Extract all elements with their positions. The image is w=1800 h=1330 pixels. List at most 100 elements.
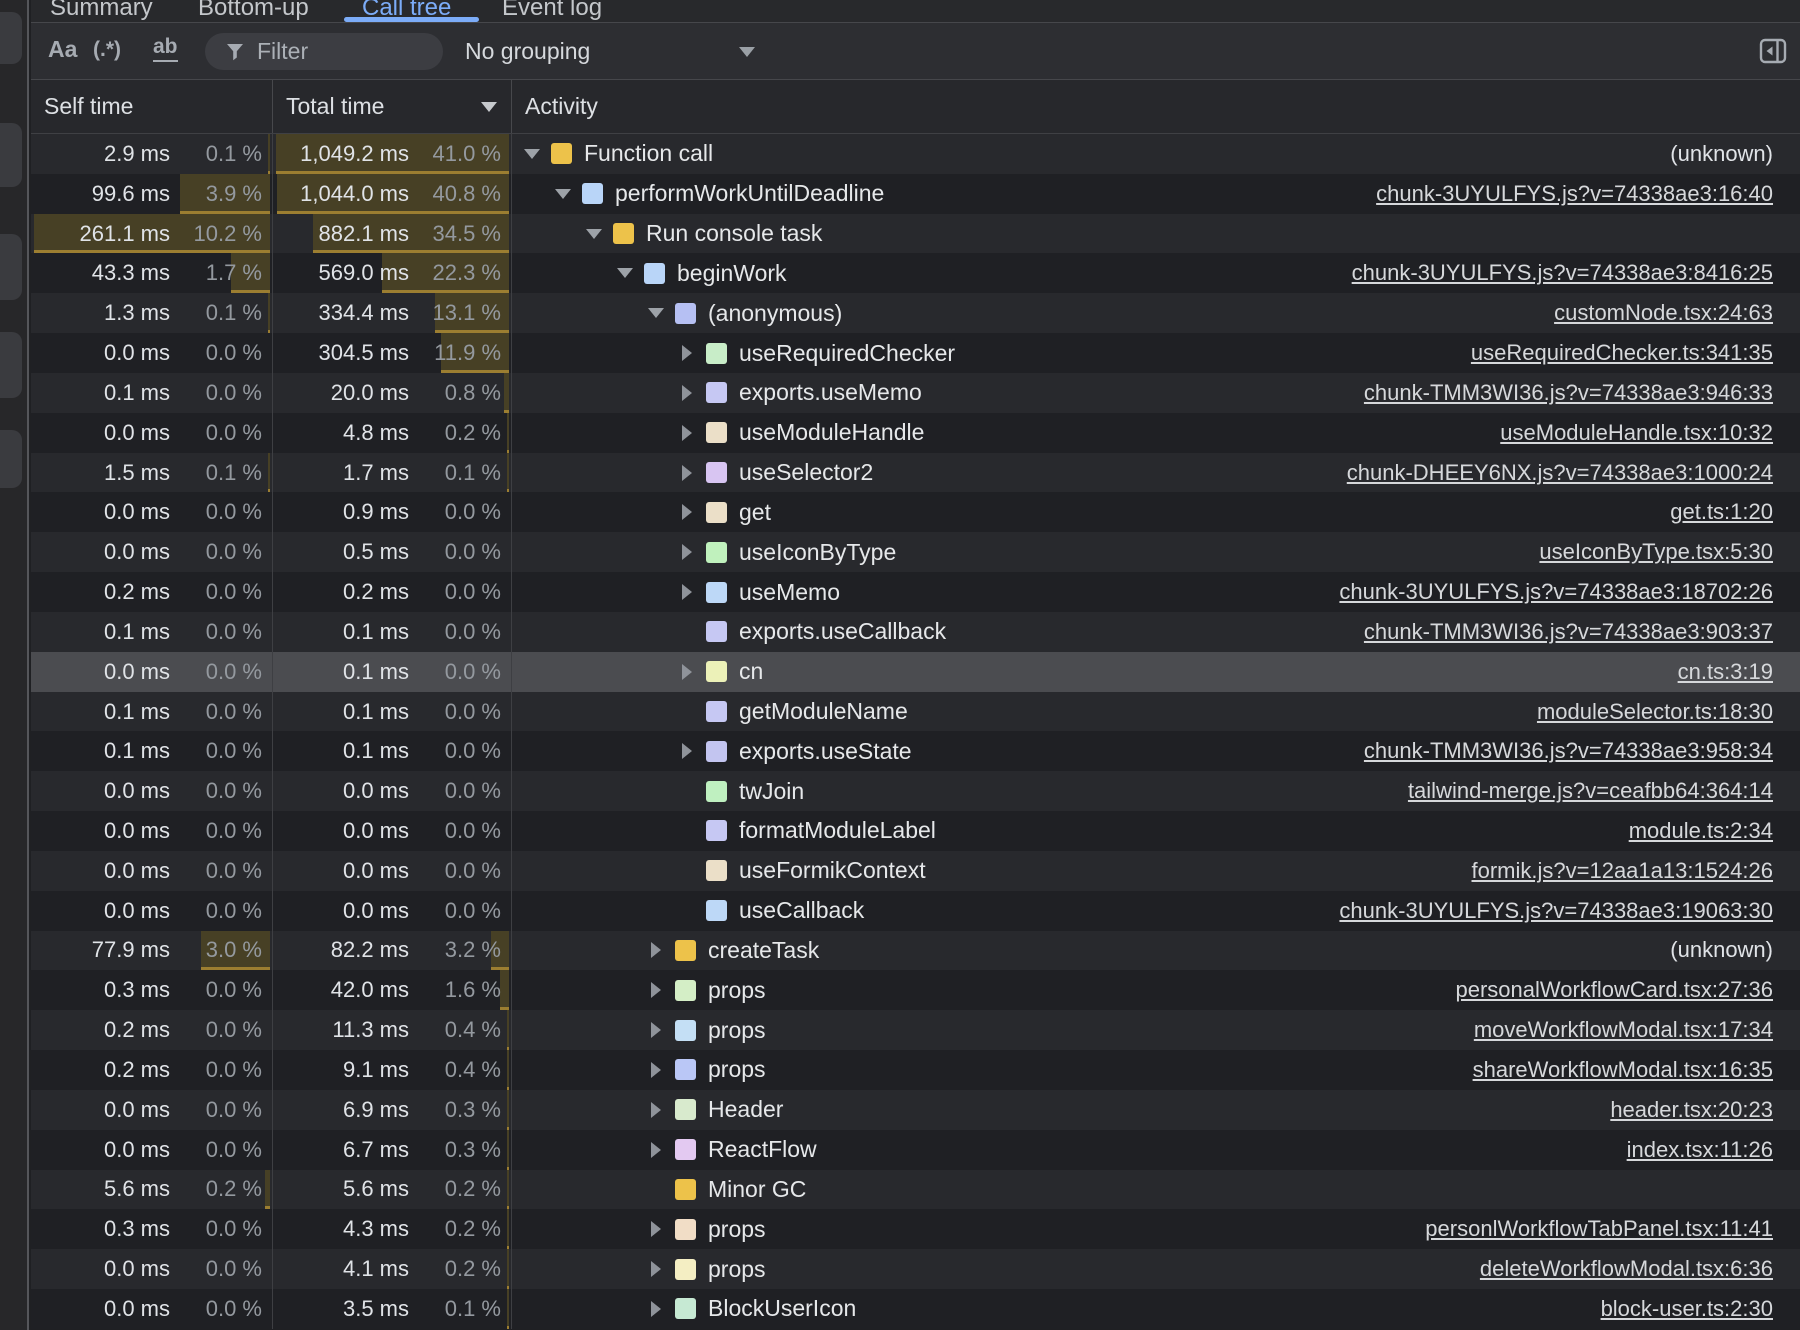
tab-bottom-up[interactable]: Bottom-up bbox=[198, 0, 309, 23]
source-link[interactable]: deleteWorkflowModal.tsx:6:36 bbox=[1460, 1256, 1773, 1282]
source-link[interactable]: moveWorkflowModal.tsx:17:34 bbox=[1454, 1017, 1773, 1043]
table-row[interactable]: 5.6 ms 0.2 % 5.6 ms 0.2 % Minor GC bbox=[31, 1170, 1800, 1210]
tab-summary[interactable]: Summary bbox=[50, 0, 153, 23]
source-link[interactable]: chunk-TMM3WI36.js?v=74338ae3:958:34 bbox=[1344, 738, 1773, 764]
strip-blob bbox=[0, 332, 22, 398]
table-row[interactable]: 0.2 ms 0.0 % 0.2 ms 0.0 % useMemo chunk-… bbox=[31, 572, 1800, 612]
source-link[interactable]: chunk-DHEEY6NX.js?v=74338ae3:1000:24 bbox=[1327, 460, 1773, 486]
disclosure-arrow-icon[interactable] bbox=[679, 743, 695, 759]
disclosure-arrow-icon[interactable] bbox=[679, 425, 695, 441]
disclosure-arrow-icon[interactable] bbox=[648, 982, 664, 998]
disclosure-arrow-icon[interactable] bbox=[524, 149, 540, 159]
source-link[interactable]: shareWorkflowModal.tsx:16:35 bbox=[1453, 1057, 1773, 1083]
source-link[interactable]: personalWorkflowCard.tsx:27:36 bbox=[1435, 977, 1773, 1003]
table-row[interactable]: 0.0 ms 0.0 % 0.0 ms 0.0 % twJoin tailwin… bbox=[31, 771, 1800, 811]
table-row[interactable]: 261.1 ms 10.2 % 882.1 ms 34.5 % Run cons… bbox=[31, 214, 1800, 254]
table-row[interactable]: 0.0 ms 0.0 % 0.0 ms 0.0 % useCallback ch… bbox=[31, 891, 1800, 931]
disclosure-arrow-icon[interactable] bbox=[648, 1062, 664, 1078]
disclosure-arrow-icon[interactable] bbox=[648, 308, 664, 318]
source-link[interactable]: (unknown) bbox=[1650, 937, 1773, 963]
table-row[interactable]: 1.3 ms 0.1 % 334.4 ms 13.1 % (anonymous)… bbox=[31, 293, 1800, 333]
disclosure-arrow-icon[interactable] bbox=[586, 229, 602, 239]
source-link[interactable]: cn.ts:3:19 bbox=[1658, 659, 1773, 685]
source-link[interactable]: chunk-TMM3WI36.js?v=74338ae3:946:33 bbox=[1344, 380, 1773, 406]
grouping-dropdown[interactable]: No grouping bbox=[465, 23, 755, 80]
source-link[interactable]: customNode.tsx:24:63 bbox=[1534, 300, 1773, 326]
disclosure-arrow-icon[interactable] bbox=[679, 584, 695, 600]
source-link[interactable]: chunk-3UYULFYS.js?v=74338ae3:18702:26 bbox=[1319, 579, 1773, 605]
disclosure-arrow-icon[interactable] bbox=[648, 942, 664, 958]
total-time-percent: 0.0 % bbox=[409, 539, 501, 565]
self-time-percent: 0.0 % bbox=[170, 778, 262, 804]
table-row[interactable]: 0.0 ms 0.0 % 6.7 ms 0.3 % ReactFlow inde… bbox=[31, 1130, 1800, 1170]
source-link[interactable]: chunk-3UYULFYS.js?v=74338ae3:8416:25 bbox=[1332, 260, 1773, 286]
disclosure-arrow-icon[interactable] bbox=[648, 1142, 664, 1158]
source-link[interactable]: header.tsx:20:23 bbox=[1590, 1097, 1773, 1123]
source-link[interactable]: tailwind-merge.js?v=ceafbb64:364:14 bbox=[1388, 778, 1773, 804]
table-row[interactable]: 0.2 ms 0.0 % 11.3 ms 0.4 % props moveWor… bbox=[31, 1010, 1800, 1050]
table-row[interactable]: 0.1 ms 0.0 % 20.0 ms 0.8 % exports.useMe… bbox=[31, 373, 1800, 413]
table-row[interactable]: 99.6 ms 3.9 % 1,044.0 ms 40.8 % performW… bbox=[31, 174, 1800, 214]
toggle-sidebar-button[interactable] bbox=[1759, 37, 1787, 65]
source-link[interactable]: (unknown) bbox=[1650, 141, 1773, 167]
disclosure-arrow-icon[interactable] bbox=[617, 268, 633, 278]
table-row[interactable]: 77.9 ms 3.0 % 82.2 ms 3.2 % createTask (… bbox=[31, 931, 1800, 971]
tab-event-log[interactable]: Event log bbox=[502, 0, 602, 23]
source-link[interactable]: personlWorkflowTabPanel.tsx:11:41 bbox=[1405, 1216, 1773, 1242]
disclosure-arrow-icon[interactable] bbox=[679, 385, 695, 401]
table-row[interactable]: 2.9 ms 0.1 % 1,049.2 ms 41.0 % Function … bbox=[31, 134, 1800, 174]
table-row[interactable]: 0.1 ms 0.0 % 0.1 ms 0.0 % exports.useSta… bbox=[31, 731, 1800, 771]
table-row[interactable]: 0.0 ms 0.0 % 304.5 ms 11.9 % useRequired… bbox=[31, 333, 1800, 373]
source-link[interactable]: useRequiredChecker.ts:341:35 bbox=[1451, 340, 1773, 366]
source-link[interactable]: useModuleHandle.tsx:10:32 bbox=[1480, 420, 1773, 446]
filter-input[interactable]: Filter bbox=[205, 33, 443, 70]
disclosure-arrow-icon[interactable] bbox=[648, 1301, 664, 1317]
table-row[interactable]: 0.0 ms 0.0 % 0.1 ms 0.0 % cn cn.ts:3:19 bbox=[31, 652, 1800, 692]
table-row[interactable]: 0.3 ms 0.0 % 4.3 ms 0.2 % props personlW… bbox=[31, 1209, 1800, 1249]
table-row[interactable]: 0.2 ms 0.0 % 9.1 ms 0.4 % props shareWor… bbox=[31, 1050, 1800, 1090]
table-row[interactable]: 0.0 ms 0.0 % 6.9 ms 0.3 % Header header.… bbox=[31, 1090, 1800, 1130]
table-row[interactable]: 0.0 ms 0.0 % 0.0 ms 0.0 % useFormikConte… bbox=[31, 851, 1800, 891]
disclosure-arrow-icon[interactable] bbox=[679, 544, 695, 560]
source-link[interactable]: chunk-3UYULFYS.js?v=74338ae3:19063:30 bbox=[1319, 898, 1773, 924]
disclosure-arrow-icon[interactable] bbox=[648, 1261, 664, 1277]
header-activity[interactable]: Activity bbox=[512, 80, 1800, 133]
source-link[interactable]: index.tsx:11:26 bbox=[1607, 1137, 1773, 1163]
disclosure-arrow-icon[interactable] bbox=[679, 664, 695, 680]
table-row[interactable]: 0.0 ms 0.0 % 0.0 ms 0.0 % formatModuleLa… bbox=[31, 811, 1800, 851]
regex-toggle[interactable]: (.*) bbox=[93, 38, 121, 62]
table-row[interactable]: 0.0 ms 0.0 % 4.8 ms 0.2 % useModuleHandl… bbox=[31, 413, 1800, 453]
source-link[interactable]: get.ts:1:20 bbox=[1650, 499, 1773, 525]
header-total-time[interactable]: Total time bbox=[273, 80, 512, 133]
disclosure-arrow-icon[interactable] bbox=[555, 189, 571, 199]
source-link[interactable]: module.ts:2:34 bbox=[1609, 818, 1773, 844]
disclosure-arrow-icon[interactable] bbox=[679, 504, 695, 520]
total-time-cell: 334.4 ms 13.1 % bbox=[273, 293, 512, 333]
table-row[interactable]: 0.0 ms 0.0 % 4.1 ms 0.2 % props deleteWo… bbox=[31, 1249, 1800, 1289]
header-self-time[interactable]: Self time bbox=[31, 80, 273, 133]
disclosure-arrow-icon[interactable] bbox=[648, 1102, 664, 1118]
table-row[interactable]: 0.0 ms 0.0 % 0.5 ms 0.0 % useIconByType … bbox=[31, 532, 1800, 572]
disclosure-arrow-icon[interactable] bbox=[679, 345, 695, 361]
match-case-toggle[interactable]: Aa bbox=[48, 36, 77, 63]
table-row[interactable]: 1.5 ms 0.1 % 1.7 ms 0.1 % useSelector2 c… bbox=[31, 453, 1800, 493]
disclosure-arrow-icon[interactable] bbox=[648, 1022, 664, 1038]
table-row[interactable]: 0.3 ms 0.0 % 42.0 ms 1.6 % props persona… bbox=[31, 970, 1800, 1010]
table-row[interactable]: 43.3 ms 1.7 % 569.0 ms 22.3 % beginWork … bbox=[31, 253, 1800, 293]
table-row[interactable]: 0.1 ms 0.0 % 0.1 ms 0.0 % exports.useCal… bbox=[31, 612, 1800, 652]
source-link[interactable]: formik.js?v=12aa1a13:1524:26 bbox=[1452, 858, 1774, 884]
table-row[interactable]: 0.0 ms 0.0 % 0.9 ms 0.0 % get get.ts:1:2… bbox=[31, 492, 1800, 532]
table-row[interactable]: 0.1 ms 0.0 % 0.1 ms 0.0 % getModuleName … bbox=[31, 692, 1800, 732]
table-row[interactable]: 0.0 ms 0.0 % 3.5 ms 0.1 % BlockUserIcon … bbox=[31, 1289, 1800, 1329]
source-link[interactable]: chunk-3UYULFYS.js?v=74338ae3:16:40 bbox=[1356, 181, 1773, 207]
source-link[interactable]: moduleSelector.ts:18:30 bbox=[1517, 699, 1773, 725]
source-link[interactable]: chunk-TMM3WI36.js?v=74338ae3:903:37 bbox=[1344, 619, 1773, 645]
self-time-value: 0.0 ms bbox=[104, 659, 170, 685]
disclosure-arrow-icon[interactable] bbox=[648, 1221, 664, 1237]
total-time-cell: 4.1 ms 0.2 % bbox=[273, 1249, 512, 1289]
source-link[interactable]: block-user.ts:2:30 bbox=[1581, 1296, 1773, 1322]
match-whole-word-toggle[interactable]: ab bbox=[153, 35, 178, 62]
disclosure-arrow-icon[interactable] bbox=[679, 465, 695, 481]
activity-type-icon bbox=[706, 422, 727, 443]
source-link[interactable]: useIconByType.tsx:5:30 bbox=[1519, 539, 1773, 565]
